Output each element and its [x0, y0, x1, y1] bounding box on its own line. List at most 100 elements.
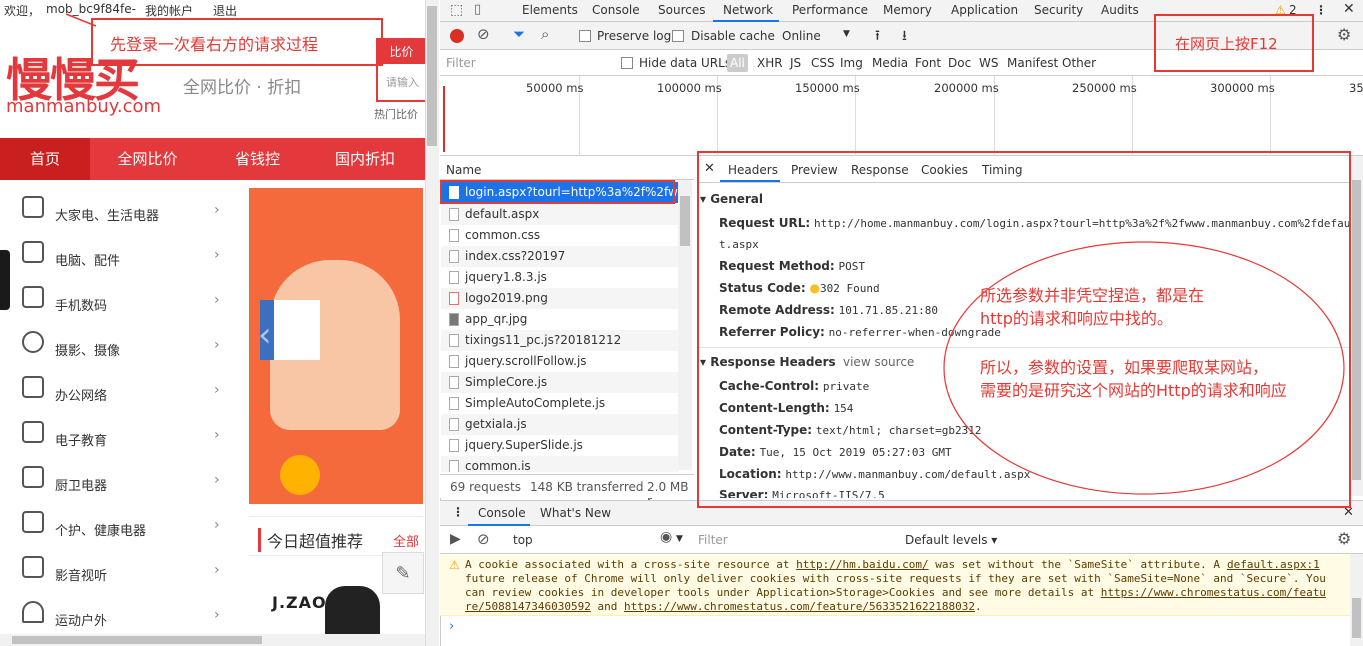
console-settings-gear-icon[interactable]: ⚙ — [1337, 529, 1351, 548]
warning-source-link[interactable]: default.aspx:1 — [1227, 558, 1320, 572]
tab-sources[interactable]: Sources — [658, 3, 705, 17]
request-row[interactable]: app_qr.jpg — [441, 309, 678, 330]
hot-compare-label[interactable]: 热门比价 — [374, 106, 418, 122]
request-row[interactable]: common.is — [441, 456, 678, 472]
tab-application[interactable]: Application — [951, 3, 1018, 17]
filter-type-media[interactable]: Media — [872, 56, 908, 70]
category-item[interactable]: 电脑、配件 › — [0, 230, 238, 275]
search-input[interactable]: 请输入 — [386, 74, 419, 90]
warning-link[interactable]: re/5088147346030592 — [465, 600, 591, 613]
close-devtools-icon[interactable]: ✕ — [1343, 1, 1355, 17]
filter-funnel-icon[interactable]: ⏷ — [513, 25, 525, 43]
nav-domestic-discount[interactable]: 国内折扣 — [310, 138, 420, 180]
banner-prev-arrow-icon[interactable]: ‹ — [258, 315, 272, 355]
dropdown-caret-icon[interactable]: ▼ — [843, 29, 850, 39]
console-scroll-thumb[interactable] — [1352, 598, 1361, 638]
request-row[interactable]: jquery.SuperSlide.js — [441, 435, 678, 456]
category-item[interactable]: 办公网络 › — [0, 365, 238, 410]
hide-data-urls-label[interactable]: Hide data URLs — [639, 56, 731, 70]
warning-link[interactable]: https://www.chromestatus.com/featu — [1101, 586, 1326, 599]
live-expression-eye-icon[interactable]: ◉ — [660, 529, 672, 545]
filter-type-manifest[interactable]: Manifest — [1007, 56, 1058, 70]
preserve-log-label[interactable]: Preserve log — [597, 29, 671, 43]
filter-type-xhr[interactable]: XHR — [757, 56, 783, 70]
clear-console-icon[interactable]: ⊘ — [477, 530, 490, 548]
disable-cache-checkbox[interactable] — [672, 30, 684, 42]
drawer-menu-icon[interactable]: ⋮ — [452, 505, 464, 519]
filter-type-all[interactable]: All — [727, 54, 748, 72]
request-row[interactable]: getxiala.js — [441, 414, 678, 435]
context-select[interactable]: top — [513, 533, 533, 547]
warning-link[interactable]: http://hm.baidu.com/ — [796, 558, 928, 571]
site-scroll-thumb[interactable] — [427, 6, 437, 146]
request-row[interactable]: SimpleCore.js — [441, 372, 678, 393]
drawer-tab-console[interactable]: Console — [478, 506, 526, 520]
network-filter-input[interactable]: Filter — [446, 56, 476, 70]
request-row[interactable]: logo2019.png — [441, 288, 678, 309]
console-sidebar-icon[interactable]: ▶ — [450, 531, 461, 547]
clear-icon[interactable]: ⊘ — [477, 25, 490, 43]
export-har-icon[interactable]: ⭳ — [902, 25, 907, 49]
import-har-icon[interactable]: ⭱ — [875, 25, 880, 49]
preserve-log-checkbox[interactable] — [579, 30, 591, 42]
category-item[interactable]: 手机数码 › — [0, 275, 238, 320]
nav-home[interactable]: 首页 — [0, 138, 90, 180]
category-item[interactable]: 摄影、摄像 › — [0, 320, 238, 365]
drawer-tab-whats-new[interactable]: What's New — [540, 506, 611, 520]
tab-console[interactable]: Console — [592, 3, 640, 17]
tab-security[interactable]: Security — [1034, 3, 1083, 17]
category-item[interactable]: 大家电、生活电器 › — [0, 185, 238, 230]
site-hscroll-thumb[interactable] — [12, 636, 262, 644]
request-list-scroll-thumb[interactable] — [680, 196, 690, 246]
category-item[interactable]: 个护、健康电器 › — [0, 500, 238, 545]
network-settings-gear-icon[interactable]: ⚙ — [1337, 25, 1351, 44]
filter-type-css[interactable]: CSS — [811, 56, 835, 70]
logout-link[interactable]: 退出 — [213, 2, 237, 19]
request-row[interactable]: jquery.scrollFollow.js — [441, 351, 678, 372]
name-column-header[interactable]: Name — [446, 163, 481, 177]
compare-button[interactable]: 比价 — [378, 40, 425, 64]
more-menu-icon[interactable]: ⋮ — [1315, 3, 1327, 17]
request-row[interactable]: index.css?20197 — [441, 246, 678, 267]
record-icon[interactable] — [450, 29, 464, 43]
filter-type-js[interactable]: JS — [790, 56, 801, 70]
filter-type-ws[interactable]: WS — [979, 56, 998, 70]
today-deals-all-link[interactable]: 全部 — [393, 531, 419, 550]
warning-link[interactable]: https://www.chromestatus.com/feature/563… — [624, 600, 975, 613]
request-row[interactable]: tixings11_pc.js?20181212 — [441, 330, 678, 351]
context-dropdown-caret-icon[interactable]: ▼ — [676, 534, 683, 544]
filter-type-font[interactable]: Font — [915, 56, 941, 70]
details-scroll-thumb[interactable] — [1352, 180, 1361, 480]
request-row[interactable]: jquery1.8.3.js — [441, 267, 678, 288]
tab-audits[interactable]: Audits — [1101, 3, 1139, 17]
filter-type-img[interactable]: Img — [840, 56, 863, 70]
log-levels-select[interactable]: Default levels ▾ — [905, 533, 997, 547]
device-toolbar-icon[interactable]: ▯ — [474, 2, 481, 17]
disable-cache-label[interactable]: Disable cache — [691, 29, 775, 43]
tab-memory[interactable]: Memory — [883, 3, 932, 17]
nav-saver[interactable]: 省钱控 — [205, 138, 310, 180]
hide-data-urls-checkbox[interactable] — [621, 57, 633, 69]
network-timeline-overview[interactable]: 50000 ms 100000 ms 150000 ms 200000 ms 2… — [440, 76, 1363, 156]
request-row[interactable]: common.css — [441, 225, 678, 246]
category-item[interactable]: 影音视听 › — [0, 545, 238, 590]
console-prompt[interactable]: › — [449, 619, 454, 634]
tab-performance[interactable]: Performance — [792, 3, 868, 17]
my-account-link[interactable]: 我的帐户 — [145, 2, 193, 19]
request-row[interactable]: SimpleAutoComplete.js — [441, 393, 678, 414]
search-icon[interactable]: ⌕ — [541, 25, 549, 43]
console-filter-input[interactable]: Filter — [698, 533, 728, 547]
inspect-element-icon[interactable]: ⬚ — [450, 2, 463, 18]
request-row[interactable]: default.aspx — [441, 204, 678, 225]
tab-elements[interactable]: Elements — [522, 3, 578, 17]
filter-type-doc[interactable]: Doc — [948, 56, 971, 70]
edit-pen-icon[interactable]: ✎ — [382, 552, 424, 594]
category-item[interactable]: 运动户外 › — [0, 590, 238, 635]
filter-type-other[interactable]: Other — [1062, 56, 1096, 70]
category-item[interactable]: 电子教育 › — [0, 410, 238, 455]
nav-compare[interactable]: 全网比价 — [90, 138, 205, 180]
category-item[interactable]: 厨卫电器 › — [0, 455, 238, 500]
throttle-select[interactable]: Online — [782, 29, 821, 43]
side-widget[interactable] — [0, 250, 10, 310]
tab-network[interactable]: Network — [723, 3, 773, 17]
